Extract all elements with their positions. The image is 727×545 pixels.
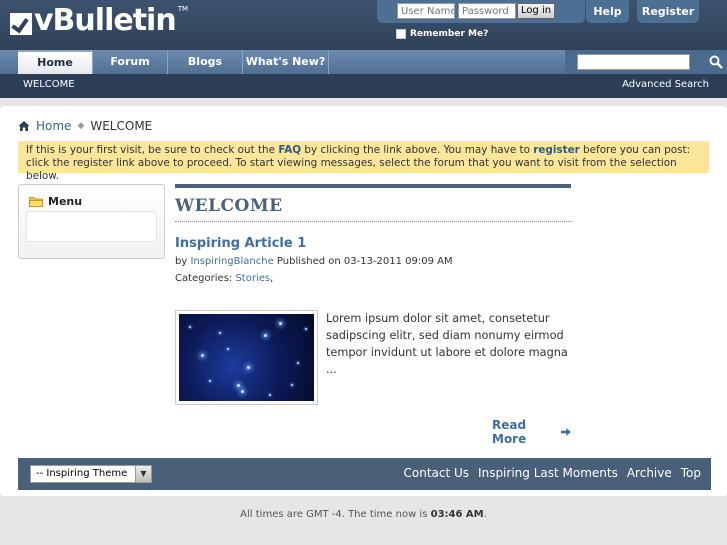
category-link-stories[interactable]: Stories <box>235 273 270 284</box>
help-button[interactable]: Help <box>586 0 629 23</box>
logo-text: vBulletin <box>34 3 177 38</box>
menu-title: Menu <box>29 195 82 208</box>
tab-blogs[interactable]: Blogs <box>168 50 243 74</box>
read-more-link[interactable]: Read More <box>492 418 571 446</box>
home-icon[interactable] <box>18 120 30 132</box>
article-top-rule <box>175 184 571 188</box>
article-title-link[interactable]: Inspiring Article 1 <box>175 236 571 251</box>
folder-icon <box>29 197 43 207</box>
logo-trademark: TM <box>177 5 189 13</box>
logo-check-icon <box>10 13 32 35</box>
menu-widget: Menu <box>18 184 165 259</box>
author-link[interactable]: InspiringBlanche <box>190 256 273 267</box>
time-prefix: All times are GMT -4. The time now is <box>240 509 431 520</box>
category-separator: , <box>270 273 274 284</box>
footer-link-archive[interactable]: Archive <box>627 466 672 480</box>
theme-select[interactable]: -- Inspiring Theme ▼ <box>30 465 152 483</box>
meta-published: Published on 03-13-2011 09:09 AM <box>273 256 453 267</box>
search-icon[interactable] <box>709 55 723 69</box>
nav-search-area <box>565 50 727 74</box>
footer-time-text: All times are GMT -4. The time now is 03… <box>0 509 727 520</box>
footer-link-contact-us[interactable]: Contact Us <box>404 466 470 480</box>
read-more-label: Read More <box>492 418 527 446</box>
register-link[interactable]: register <box>533 144 580 156</box>
notice-text-1: If this is your first visit, be sure to … <box>26 144 279 156</box>
breadcrumb-separator-icon: ◆ <box>77 121 85 131</box>
faq-link[interactable]: FAQ <box>278 144 301 156</box>
theme-selected-value: -- Inspiring Theme <box>36 468 128 479</box>
remember-me-checkbox[interactable] <box>396 29 406 39</box>
footer-links: Contact Us Inspiring Last Moments Archiv… <box>404 466 702 480</box>
login-panel: Log in <box>377 0 585 23</box>
article-excerpt: Lorem ipsum dolor sit amet, consetetur s… <box>326 312 568 376</box>
article-meta: by InspiringBlanche Published on 03-13-2… <box>175 256 571 267</box>
categories-label: Categories: <box>175 273 236 284</box>
time-value: 03:46 AM <box>430 509 484 520</box>
meta-by: by <box>175 256 191 267</box>
article-thumbnail[interactable] <box>175 310 318 405</box>
remember-me[interactable]: Remember Me? <box>396 29 488 39</box>
breadcrumb-home-link[interactable]: Home <box>36 119 71 133</box>
tab-forum[interactable]: Forum <box>93 50 168 74</box>
sub-nav: WELCOME Advanced Search <box>0 74 727 98</box>
password-input[interactable] <box>458 3 516 19</box>
search-input[interactable] <box>577 54 690 70</box>
register-button[interactable]: Register <box>637 0 699 23</box>
advanced-search-link[interactable]: Advanced Search <box>622 79 709 90</box>
tab-whats-new[interactable]: What's New? <box>243 50 329 74</box>
menu-title-label: Menu <box>48 195 83 208</box>
chevron-down-icon[interactable]: ▼ <box>135 466 151 482</box>
starfield-image <box>179 314 314 401</box>
menu-content <box>26 211 157 242</box>
time-suffix: . <box>483 509 487 520</box>
arrow-right-icon <box>560 428 571 436</box>
vbulletin-logo[interactable]: vBulletin TM <box>10 3 188 39</box>
first-visit-notice: If this is your first visit, be sure to … <box>18 141 709 182</box>
main-content: Home ◆ WELCOME If this is your first vis… <box>0 106 727 496</box>
article-categories: Categories: Stories, <box>175 273 571 284</box>
footer-link-top[interactable]: Top <box>681 466 701 480</box>
footer-link-inspiring-last-moments[interactable]: Inspiring Last Moments <box>478 466 618 480</box>
breadcrumb-current: WELCOME <box>90 119 153 133</box>
footer-bar: -- Inspiring Theme ▼ Contact Us Inspirin… <box>18 458 711 490</box>
article-column: WELCOME Inspiring Article 1 by Inspiring… <box>175 184 571 446</box>
notice-text-2: by clicking the link above. You may have… <box>301 144 534 156</box>
subnav-welcome-link[interactable]: WELCOME <box>23 79 75 90</box>
remember-me-label: Remember Me? <box>410 29 489 39</box>
main-nav: Home Forum Blogs What's New? <box>0 50 727 74</box>
username-input[interactable] <box>397 3 455 19</box>
section-heading: WELCOME <box>175 196 571 222</box>
site-header: vBulletin TM Log in Remember Me? Help Re… <box>0 0 727 50</box>
breadcrumb: Home ◆ WELCOME <box>18 119 152 133</box>
tab-home[interactable]: Home <box>18 50 93 74</box>
login-button[interactable]: Log in <box>517 3 555 19</box>
